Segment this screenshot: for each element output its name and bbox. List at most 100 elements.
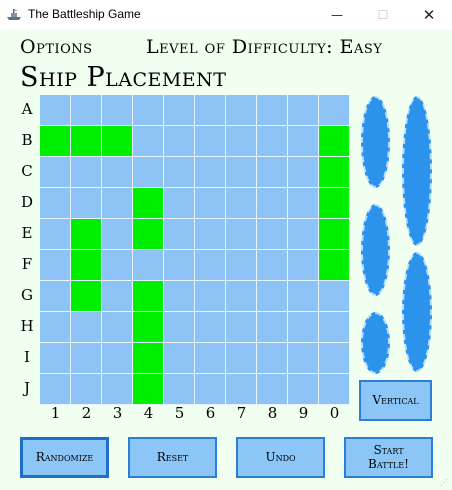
water-cell[interactable] <box>40 312 70 342</box>
water-cell[interactable] <box>195 250 225 280</box>
ship-cell[interactable] <box>133 312 163 342</box>
ship-oval-icon[interactable] <box>361 204 390 296</box>
water-cell[interactable] <box>40 95 70 125</box>
water-cell[interactable] <box>40 374 70 404</box>
water-cell[interactable] <box>226 312 256 342</box>
ship-cell[interactable] <box>40 126 70 156</box>
water-cell[interactable] <box>226 188 256 218</box>
water-cell[interactable] <box>164 126 194 156</box>
water-cell[interactable] <box>226 281 256 311</box>
water-cell[interactable] <box>164 281 194 311</box>
water-cell[interactable] <box>319 374 349 404</box>
water-cell[interactable] <box>288 188 318 218</box>
water-cell[interactable] <box>164 219 194 249</box>
water-cell[interactable] <box>102 374 132 404</box>
randomize-button[interactable]: Randomize <box>20 437 109 478</box>
water-cell[interactable] <box>288 95 318 125</box>
water-cell[interactable] <box>133 95 163 125</box>
water-cell[interactable] <box>288 312 318 342</box>
water-cell[interactable] <box>71 157 101 187</box>
water-cell[interactable] <box>288 250 318 280</box>
water-cell[interactable] <box>195 374 225 404</box>
water-cell[interactable] <box>288 157 318 187</box>
water-cell[interactable] <box>288 219 318 249</box>
water-cell[interactable] <box>102 95 132 125</box>
water-cell[interactable] <box>195 157 225 187</box>
ship-oval-icon[interactable] <box>402 96 432 246</box>
water-cell[interactable] <box>195 95 225 125</box>
ship-cell[interactable] <box>319 126 349 156</box>
ship-cell[interactable] <box>133 281 163 311</box>
water-cell[interactable] <box>71 343 101 373</box>
water-cell[interactable] <box>195 188 225 218</box>
start-battle-button[interactable]: Start Battle! <box>344 437 433 478</box>
water-cell[interactable] <box>164 157 194 187</box>
water-cell[interactable] <box>102 157 132 187</box>
water-cell[interactable] <box>71 188 101 218</box>
water-cell[interactable] <box>257 343 287 373</box>
ship-cell[interactable] <box>102 126 132 156</box>
water-cell[interactable] <box>164 250 194 280</box>
water-cell[interactable] <box>40 343 70 373</box>
water-cell[interactable] <box>164 374 194 404</box>
ship-cell[interactable] <box>71 219 101 249</box>
water-cell[interactable] <box>195 343 225 373</box>
water-cell[interactable] <box>164 188 194 218</box>
water-cell[interactable] <box>226 219 256 249</box>
water-cell[interactable] <box>40 281 70 311</box>
ship-oval-icon[interactable] <box>361 96 390 188</box>
water-cell[interactable] <box>226 95 256 125</box>
water-cell[interactable] <box>40 157 70 187</box>
ship-cell[interactable] <box>133 374 163 404</box>
water-cell[interactable] <box>288 126 318 156</box>
water-cell[interactable] <box>319 281 349 311</box>
water-cell[interactable] <box>319 312 349 342</box>
ship-oval-icon[interactable] <box>402 252 432 372</box>
water-cell[interactable] <box>71 312 101 342</box>
minimize-button[interactable]: — <box>314 0 360 30</box>
water-cell[interactable] <box>40 188 70 218</box>
water-cell[interactable] <box>133 157 163 187</box>
ship-cell[interactable] <box>319 250 349 280</box>
water-cell[interactable] <box>288 374 318 404</box>
placement-grid[interactable] <box>40 95 350 405</box>
water-cell[interactable] <box>102 219 132 249</box>
water-cell[interactable] <box>195 126 225 156</box>
water-cell[interactable] <box>164 95 194 125</box>
water-cell[interactable] <box>257 374 287 404</box>
ship-oval-icon[interactable] <box>361 312 390 374</box>
water-cell[interactable] <box>319 343 349 373</box>
water-cell[interactable] <box>102 281 132 311</box>
water-cell[interactable] <box>164 312 194 342</box>
water-cell[interactable] <box>257 281 287 311</box>
water-cell[interactable] <box>40 250 70 280</box>
water-cell[interactable] <box>195 312 225 342</box>
water-cell[interactable] <box>71 95 101 125</box>
close-button[interactable]: ✕ <box>406 0 452 30</box>
resize-grip-icon[interactable]: ⋰ <box>440 478 450 488</box>
reset-button[interactable]: Reset <box>128 437 217 478</box>
ship-cell[interactable] <box>319 188 349 218</box>
water-cell[interactable] <box>226 157 256 187</box>
water-cell[interactable] <box>257 312 287 342</box>
water-cell[interactable] <box>195 281 225 311</box>
water-cell[interactable] <box>257 95 287 125</box>
undo-button[interactable]: Undo <box>236 437 325 478</box>
water-cell[interactable] <box>133 126 163 156</box>
water-cell[interactable] <box>226 343 256 373</box>
water-cell[interactable] <box>226 126 256 156</box>
water-cell[interactable] <box>288 281 318 311</box>
ship-cell[interactable] <box>71 281 101 311</box>
water-cell[interactable] <box>288 343 318 373</box>
water-cell[interactable] <box>257 188 287 218</box>
water-cell[interactable] <box>102 188 132 218</box>
ship-cell[interactable] <box>133 219 163 249</box>
water-cell[interactable] <box>102 250 132 280</box>
water-cell[interactable] <box>40 219 70 249</box>
options-menu[interactable]: Options <box>20 36 93 58</box>
water-cell[interactable] <box>257 219 287 249</box>
ship-cell[interactable] <box>133 343 163 373</box>
water-cell[interactable] <box>102 343 132 373</box>
water-cell[interactable] <box>133 250 163 280</box>
vertical-button[interactable]: Vertical <box>359 380 432 421</box>
